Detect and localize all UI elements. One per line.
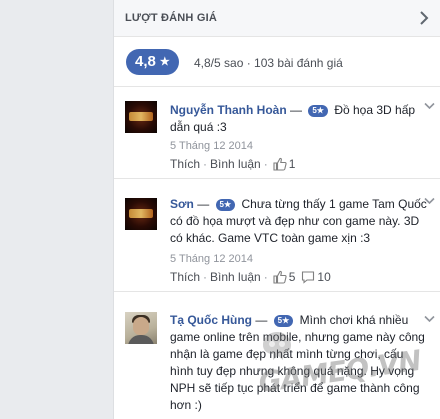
avatar[interactable]: [125, 198, 157, 230]
rating-summary-text: 4,8/5 sao · 103 bài đánh giá: [194, 56, 343, 70]
avatar[interactable]: [125, 101, 157, 133]
avatar[interactable]: [125, 312, 157, 344]
comment-count: 10: [317, 270, 331, 284]
review-body: Tạ Quốc Hùng — 5★ Mình chơi khá nhiều ga…: [170, 312, 427, 414]
review-actions: Thích · Bình luận · 1: [170, 157, 299, 171]
review-author[interactable]: Sơn: [170, 197, 194, 211]
star-badge: 5★: [273, 315, 294, 327]
review-dash: —: [193, 197, 213, 211]
chevron-down-icon[interactable]: [424, 102, 435, 110]
review-dash: —: [286, 103, 306, 117]
chevron-right-icon[interactable]: [416, 9, 432, 27]
rating-value: 4,8: [135, 53, 156, 70]
reviews-panel: LƯỢT ĐÁNH GIÁ 4,8 ★ 4,8/5 sao · 103 bài …: [113, 0, 440, 419]
review-body: Nguyễn Thanh Hoàn — 5★ Đồ họa 3D hấp dẫn…: [170, 102, 427, 136]
star-badge: 5★: [215, 199, 236, 211]
like-count-group[interactable]: 5: [273, 270, 300, 284]
rating-summary: 4,8 ★ 4,8/5 sao · 103 bài đánh giá: [114, 37, 440, 87]
thumbs-up-icon: [273, 270, 287, 284]
comment-link[interactable]: Bình luận: [210, 157, 261, 171]
review-item: Sơn — 5★ Chưa từng thấy 1 game Tam Quốc …: [114, 180, 440, 292]
comment-icon: [302, 271, 315, 284]
review-dash: —: [252, 313, 271, 327]
rating-pill: 4,8 ★: [126, 49, 179, 75]
reviews-header: LƯỢT ĐÁNH GIÁ: [114, 0, 440, 37]
review-text: Mình chơi khá nhiều game online trên mob…: [170, 313, 425, 412]
action-separator: ·: [203, 270, 208, 284]
review-body: Sơn — 5★ Chưa từng thấy 1 game Tam Quốc …: [170, 196, 427, 247]
review-date[interactable]: 5 Tháng 12 2014: [170, 140, 253, 152]
like-link[interactable]: Thích: [170, 157, 200, 171]
action-separator: ·: [263, 157, 268, 171]
review-actions: Thích · Bình luận · 5 10: [170, 270, 335, 284]
review-item: Tạ Quốc Hùng — 5★ Mình chơi khá nhiều ga…: [114, 293, 440, 419]
comment-count-group[interactable]: 10: [301, 270, 334, 284]
comment-link[interactable]: Bình luận: [210, 270, 261, 284]
reviews-title: LƯỢT ĐÁNH GIÁ: [125, 12, 217, 24]
review-item: Nguyễn Thanh Hoàn — 5★ Đồ họa 3D hấp dẫn…: [114, 88, 440, 179]
star-icon: ★: [159, 56, 170, 68]
star-badge: 5★: [308, 105, 328, 117]
review-author[interactable]: Tạ Quốc Hùng: [170, 313, 252, 327]
like-count: 1: [288, 157, 296, 171]
thumbs-up-icon: [273, 157, 287, 171]
like-count-group[interactable]: 1: [273, 157, 300, 171]
like-count: 5: [288, 270, 296, 284]
action-separator: ·: [203, 157, 208, 171]
action-separator: ·: [263, 270, 268, 284]
review-date[interactable]: 5 Tháng 12 2014: [170, 253, 253, 265]
chevron-down-icon[interactable]: [424, 197, 435, 205]
chevron-down-icon[interactable]: [424, 315, 435, 323]
review-author[interactable]: Nguyễn Thanh Hoàn: [170, 103, 287, 117]
like-link[interactable]: Thích: [170, 270, 200, 284]
